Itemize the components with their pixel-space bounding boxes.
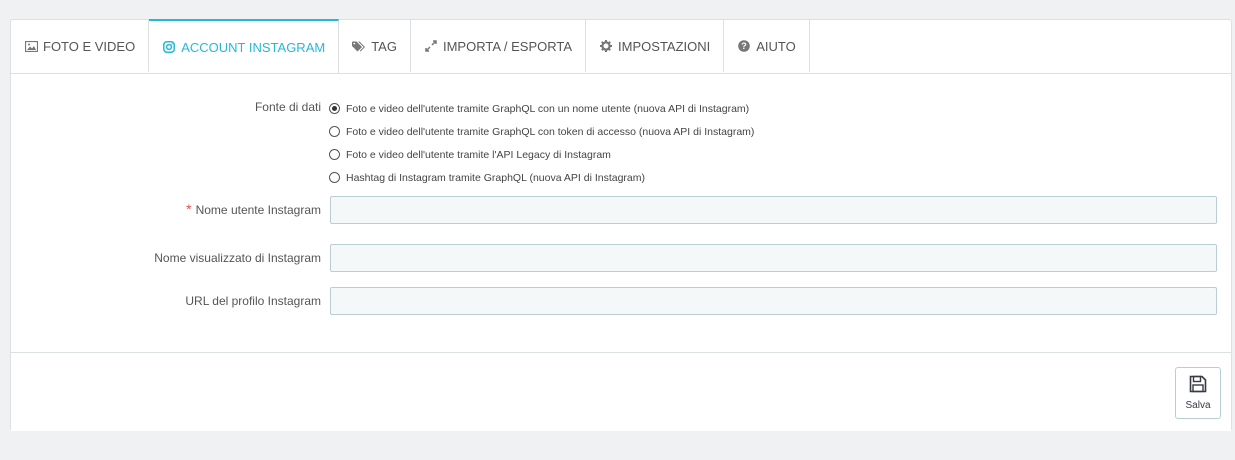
save-label: Salva (1185, 400, 1211, 411)
radio-button[interactable] (329, 172, 340, 183)
tab-account-instagram[interactable]: ACCOUNT INSTAGRAM (149, 19, 340, 73)
save-button[interactable]: Salva (1175, 367, 1221, 419)
tab-label: AIUTO (756, 38, 796, 54)
profile-url-label: URL del profilo Instagram (185, 294, 321, 308)
username-label-text: Nome utente Instagram (195, 203, 321, 217)
panel-footer: Salva (11, 352, 1231, 431)
instagram-icon (162, 41, 176, 53)
tab-foto-e-video[interactable]: FOTO E VIDEO (11, 20, 150, 72)
tags-icon (352, 41, 366, 52)
tab-label: TAG (371, 38, 397, 54)
image-icon (24, 40, 38, 52)
data-source-option-graphql-token[interactable]: Foto e video dell'utente tramite GraphQL… (329, 120, 754, 143)
tab-importa-esporta[interactable]: IMPORTA / ESPORTA (411, 20, 587, 72)
svg-text:?: ? (742, 41, 748, 51)
settings-panel: FOTO E VIDEO ACCOUNT INSTAGRAM TAG IMPOR… (10, 19, 1232, 431)
import-export-icon (424, 40, 438, 52)
radio-label: Hashtag di Instagram tramite GraphQL (nu… (346, 171, 645, 184)
username-input[interactable] (330, 196, 1217, 224)
data-source-radio-group: Foto e video dell'utente tramite GraphQL… (329, 97, 754, 189)
radio-label: Foto e video dell'utente tramite GraphQL… (346, 125, 755, 138)
tab-label: ACCOUNT INSTAGRAM (181, 39, 326, 55)
tab-tag[interactable]: TAG (339, 20, 411, 72)
radio-button-checked[interactable] (329, 103, 340, 114)
data-source-label: Fonte di dati (254, 100, 321, 114)
radio-label: Foto e video dell'utente tramite l'API L… (346, 148, 611, 161)
data-source-option-graphql-username[interactable]: Foto e video dell'utente tramite GraphQL… (329, 97, 754, 120)
tab-label: IMPOSTAZIONI (618, 38, 711, 54)
data-source-option-legacy-api[interactable]: Foto e video dell'utente tramite l'API L… (329, 143, 754, 166)
username-label: * Nome utente Instagram (11, 201, 321, 217)
gear-icon (599, 40, 613, 52)
required-mark: * (186, 201, 192, 217)
profile-url-input[interactable] (330, 287, 1217, 315)
help-icon: ? (737, 40, 751, 52)
tab-aiuto[interactable]: ? AIUTO (724, 20, 810, 72)
radio-label: Foto e video dell'utente tramite GraphQL… (346, 102, 750, 115)
tab-label: IMPORTA / ESPORTA (442, 38, 573, 54)
display-name-input[interactable] (330, 244, 1217, 272)
floppy-disk-icon (1189, 375, 1207, 398)
display-name-label: Nome visualizzato di Instagram (154, 251, 321, 265)
radio-button[interactable] (329, 126, 340, 137)
tab-impostazioni[interactable]: IMPOSTAZIONI (586, 20, 725, 72)
tab-label: FOTO E VIDEO (43, 38, 136, 54)
tab-bar: FOTO E VIDEO ACCOUNT INSTAGRAM TAG IMPOR… (11, 19, 1231, 74)
data-source-option-hashtag[interactable]: Hashtag di Instagram tramite GraphQL (nu… (329, 166, 754, 189)
radio-button[interactable] (329, 149, 340, 160)
